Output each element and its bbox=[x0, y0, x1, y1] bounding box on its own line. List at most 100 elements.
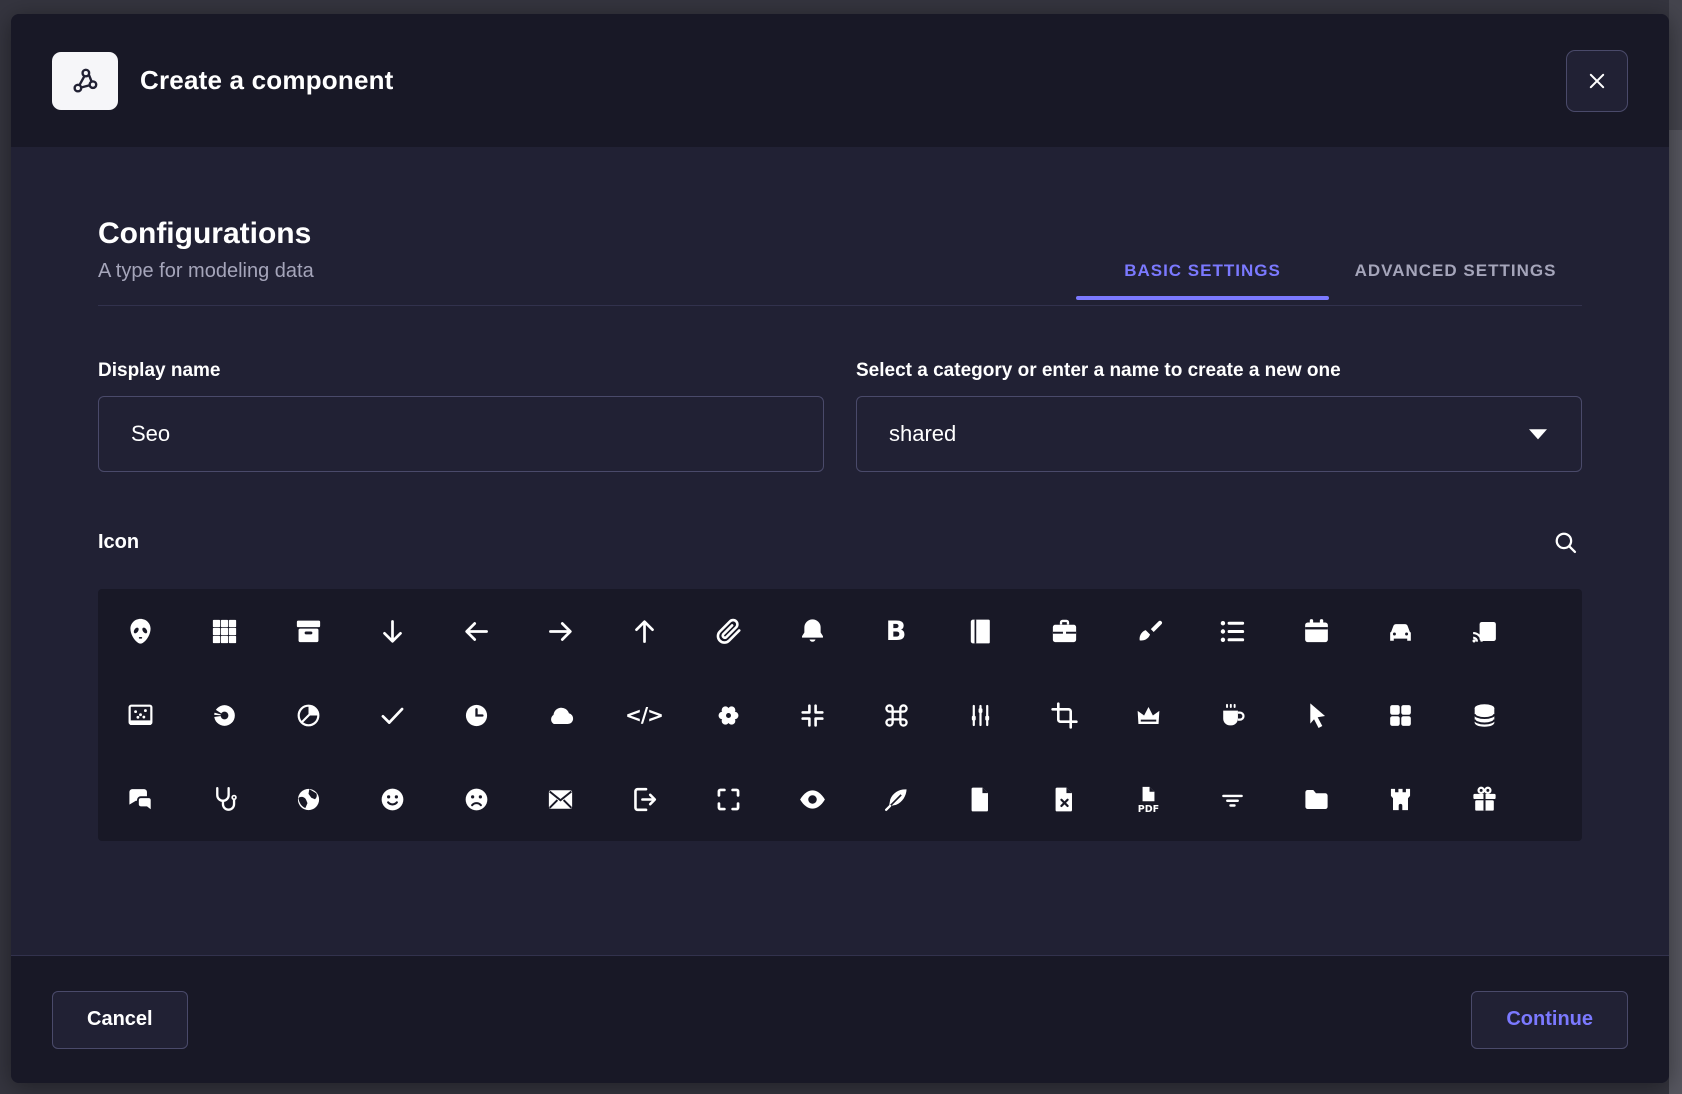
continue-button[interactable]: Continue bbox=[1471, 991, 1628, 1049]
brush-icon bbox=[1133, 616, 1164, 647]
bold-icon: B bbox=[886, 618, 907, 645]
cancel-button[interactable]: Cancel bbox=[52, 991, 188, 1049]
doctor-icon bbox=[209, 784, 240, 815]
dashboard-icon bbox=[1385, 700, 1416, 731]
arrow-left-icon bbox=[461, 616, 492, 647]
check-icon bbox=[377, 700, 408, 731]
command-icon bbox=[881, 700, 912, 731]
icon-file-error[interactable] bbox=[1022, 757, 1106, 841]
display-name-input[interactable] bbox=[98, 396, 824, 472]
display-name-field: Display name bbox=[98, 360, 824, 472]
icon-cursor[interactable] bbox=[1274, 673, 1358, 757]
connector-icon bbox=[965, 700, 996, 731]
icon-command[interactable] bbox=[854, 673, 938, 757]
crop-icon bbox=[1049, 700, 1080, 731]
tab-advanced-settings[interactable]: ADVANCED SETTINGS bbox=[1329, 261, 1582, 305]
icon-cup[interactable] bbox=[1190, 673, 1274, 757]
create-component-modal: Create a component Configurations A type… bbox=[11, 14, 1669, 1083]
clock-icon bbox=[461, 700, 492, 731]
icon-brush[interactable] bbox=[1106, 589, 1190, 673]
cursor-icon bbox=[1301, 700, 1332, 731]
arrow-down-icon bbox=[377, 616, 408, 647]
icon-discuss[interactable] bbox=[98, 757, 182, 841]
icon-chart-pie[interactable] bbox=[266, 673, 350, 757]
icon-filter[interactable] bbox=[1190, 757, 1274, 841]
earth-icon bbox=[293, 784, 324, 815]
icon-search-button[interactable] bbox=[1548, 525, 1582, 559]
icon-chart-bubble[interactable] bbox=[98, 673, 182, 757]
icon-emotion-unhappy[interactable] bbox=[434, 757, 518, 841]
icon-eye[interactable] bbox=[770, 757, 854, 841]
icon-bold[interactable]: B bbox=[854, 589, 938, 673]
icon-car[interactable] bbox=[1358, 589, 1442, 673]
cog-icon bbox=[713, 700, 744, 731]
tab-basic-settings[interactable]: BASIC SETTINGS bbox=[1076, 261, 1329, 305]
archive-icon bbox=[293, 616, 324, 647]
icon-arrow-down[interactable] bbox=[350, 589, 434, 673]
briefcase-icon bbox=[1049, 616, 1080, 647]
icon-expand[interactable] bbox=[686, 757, 770, 841]
exit-icon bbox=[629, 784, 660, 815]
icon-gift[interactable] bbox=[1442, 757, 1526, 841]
cup-icon bbox=[1217, 700, 1248, 731]
icon-apps[interactable] bbox=[182, 589, 266, 673]
icon-database[interactable] bbox=[1442, 673, 1526, 757]
category-select[interactable]: shared bbox=[856, 396, 1582, 472]
category-label: Select a category or enter a name to cre… bbox=[856, 360, 1582, 382]
calendar-icon bbox=[1301, 616, 1332, 647]
icon-arrow-right[interactable] bbox=[518, 589, 602, 673]
icon-dashboard[interactable] bbox=[1358, 673, 1442, 757]
icon-alien[interactable] bbox=[98, 589, 182, 673]
icon-clock[interactable] bbox=[434, 673, 518, 757]
configurations-subtitle: A type for modeling data bbox=[98, 260, 314, 283]
icon-gate[interactable] bbox=[1358, 757, 1442, 841]
icon-grid: B </> bbox=[98, 589, 1582, 841]
icon-bullet-list[interactable] bbox=[1190, 589, 1274, 673]
icon-arrow-left[interactable] bbox=[434, 589, 518, 673]
icon-calendar[interactable] bbox=[1274, 589, 1358, 673]
icon-archive[interactable] bbox=[266, 589, 350, 673]
icon-cast[interactable] bbox=[1442, 589, 1526, 673]
database-icon bbox=[1469, 700, 1500, 731]
icon-file[interactable] bbox=[938, 757, 1022, 841]
icon-cloud[interactable] bbox=[518, 673, 602, 757]
settings-tabs: BASIC SETTINGS ADVANCED SETTINGS bbox=[1076, 261, 1582, 305]
icon-envelop[interactable] bbox=[518, 757, 602, 841]
chart-pie-icon bbox=[293, 700, 324, 731]
arrow-right-icon bbox=[545, 616, 576, 647]
icon-exit[interactable] bbox=[602, 757, 686, 841]
icon-cog[interactable] bbox=[686, 673, 770, 757]
code-icon: </> bbox=[625, 705, 663, 725]
feather-icon bbox=[881, 784, 912, 815]
icon-crown[interactable] bbox=[1106, 673, 1190, 757]
arrow-up-icon bbox=[629, 616, 660, 647]
icon-folder[interactable] bbox=[1274, 757, 1358, 841]
modal-title: Create a component bbox=[140, 65, 394, 96]
attachment-icon bbox=[713, 616, 744, 647]
icon-crop[interactable] bbox=[1022, 673, 1106, 757]
icon-file-pdf[interactable] bbox=[1106, 757, 1190, 841]
icon-bell[interactable] bbox=[770, 589, 854, 673]
icon-arrow-up[interactable] bbox=[602, 589, 686, 673]
icon-collapse[interactable] bbox=[770, 673, 854, 757]
close-button[interactable] bbox=[1566, 50, 1628, 112]
icon-book[interactable] bbox=[938, 589, 1022, 673]
icon-chart-circle[interactable] bbox=[182, 673, 266, 757]
icon-emotion-happy[interactable] bbox=[350, 757, 434, 841]
crown-icon bbox=[1133, 700, 1164, 731]
expand-icon bbox=[713, 784, 744, 815]
icon-attachment[interactable] bbox=[686, 589, 770, 673]
page-scrollbar-thumb[interactable] bbox=[1669, 130, 1682, 1094]
icon-picker-label: Icon bbox=[98, 531, 139, 554]
envelop-icon bbox=[545, 784, 576, 815]
eye-icon bbox=[797, 784, 828, 815]
icon-briefcase[interactable] bbox=[1022, 589, 1106, 673]
category-selected-value: shared bbox=[889, 421, 956, 447]
icon-code[interactable]: </> bbox=[602, 673, 686, 757]
file-pdf-icon bbox=[1133, 784, 1164, 815]
icon-earth[interactable] bbox=[266, 757, 350, 841]
icon-check[interactable] bbox=[350, 673, 434, 757]
icon-feather[interactable] bbox=[854, 757, 938, 841]
icon-connector[interactable] bbox=[938, 673, 1022, 757]
icon-doctor[interactable] bbox=[182, 757, 266, 841]
